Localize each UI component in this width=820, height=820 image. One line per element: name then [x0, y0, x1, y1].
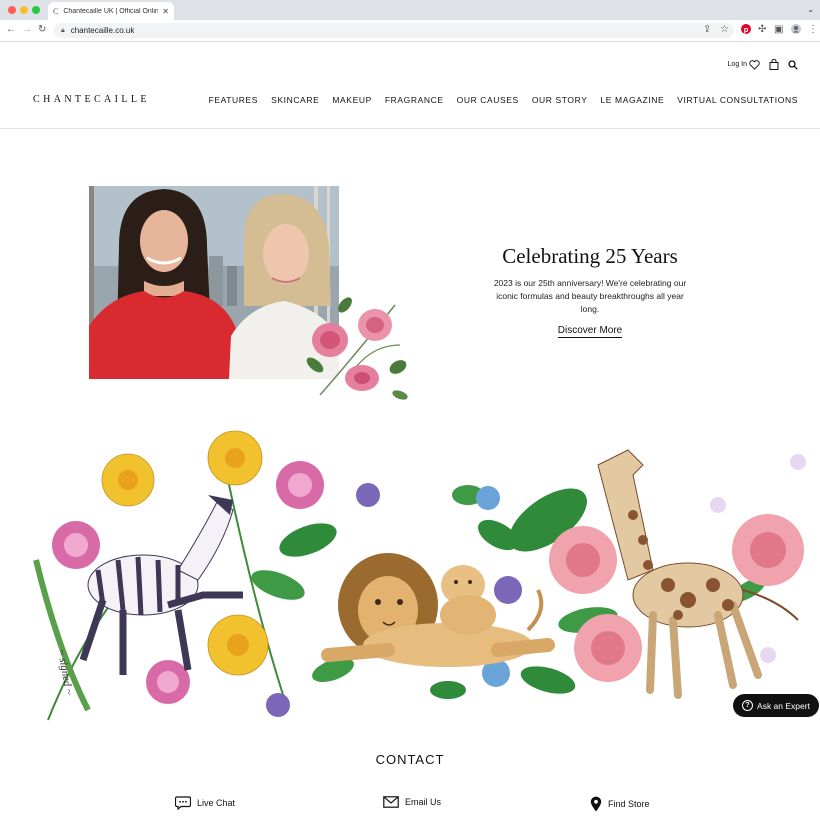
- email-us-link[interactable]: Email Us: [383, 796, 441, 808]
- browser-toolbar: ← → ↻ 🔒︎ chantecaille.co.uk ⇪ ☆ p ✣ ▣ ⋮: [0, 20, 820, 42]
- nav-item-our-story[interactable]: OUR STORY: [532, 95, 588, 105]
- browser-chrome: C Chantecaille UK | Official Onlin ✕ ⌄ ←…: [0, 0, 820, 42]
- maximize-window-button[interactable]: [32, 6, 40, 14]
- login-label: Log In: [727, 61, 747, 68]
- header-divider: [0, 128, 820, 129]
- reload-icon[interactable]: ↻: [38, 24, 46, 35]
- discover-more-link[interactable]: Discover More: [540, 325, 640, 338]
- help-question-icon: ?: [742, 700, 754, 711]
- location-pin-icon: [590, 796, 602, 812]
- anniversary-animals-illustration: ~ signed ~: [33, 430, 806, 721]
- nav-item-le-magazine[interactable]: LE MAGAZINE: [600, 95, 664, 105]
- discover-more-label: Discover More: [557, 325, 623, 338]
- svg-text:p: p: [744, 25, 749, 34]
- ask-an-expert-label: Ask an Expert: [757, 700, 810, 711]
- peony-illustration: [306, 297, 408, 400]
- browser-tab[interactable]: C Chantecaille UK | Official Onlin ✕: [48, 2, 174, 20]
- live-chat-label: Live Chat: [197, 798, 236, 808]
- nav-item-skincare[interactable]: SKINCARE: [271, 95, 319, 105]
- forward-icon[interactable]: →: [22, 24, 32, 35]
- bookmark-star-icon[interactable]: ☆: [720, 24, 729, 35]
- envelope-icon: [383, 796, 399, 808]
- side-panel-icon[interactable]: ▣: [774, 24, 783, 35]
- close-window-button[interactable]: [8, 6, 16, 14]
- pinterest-extension-icon[interactable]: p: [741, 24, 751, 37]
- nav-item-makeup[interactable]: MAKEUP: [332, 95, 372, 105]
- nav-item-our-causes[interactable]: OUR CAUSES: [457, 95, 519, 105]
- main-navigation: FEATURES SKINCARE MAKEUP FRAGRANCE OUR C…: [209, 95, 798, 105]
- wishlist-heart-icon[interactable]: [749, 59, 760, 70]
- chat-bubble-icon: [175, 796, 191, 810]
- favicon-icon: C: [53, 6, 59, 16]
- profile-avatar-icon[interactable]: [791, 24, 801, 37]
- nav-item-virtual-consultations[interactable]: VIRTUAL CONSULTATIONS: [677, 95, 798, 105]
- back-icon[interactable]: ←: [6, 24, 16, 35]
- ask-an-expert-button[interactable]: ? Ask an Expert: [733, 694, 819, 717]
- find-store-link[interactable]: Find Store: [590, 796, 650, 812]
- address-bar[interactable]: 🔒︎ chantecaille.co.uk: [54, 23, 734, 38]
- utility-bar: Log In: [728, 59, 798, 70]
- minimize-window-button[interactable]: [20, 6, 28, 14]
- close-tab-icon[interactable]: ✕: [162, 7, 169, 16]
- svg-text:~ signed ~: ~ signed ~: [55, 648, 75, 696]
- hero-title: Celebrating 25 Years: [502, 244, 678, 268]
- tab-bar: C Chantecaille UK | Official Onlin ✕ ⌄: [0, 0, 820, 20]
- tab-search-chevron-icon[interactable]: ⌄: [807, 5, 814, 14]
- brand-logo[interactable]: CHANTECAILLE: [33, 94, 150, 105]
- email-us-label: Email Us: [405, 797, 442, 807]
- hero-description: 2023 is our 25th anniversary! We're cele…: [493, 278, 687, 314]
- extensions-puzzle-icon[interactable]: ✣: [758, 24, 766, 35]
- contact-heading: CONTACT: [375, 752, 445, 767]
- shopping-bag-icon[interactable]: [769, 59, 779, 70]
- nav-item-fragrance[interactable]: FRAGRANCE: [385, 95, 444, 105]
- search-icon[interactable]: [788, 59, 798, 70]
- live-chat-link[interactable]: Live Chat: [175, 796, 235, 810]
- nav-item-features[interactable]: FEATURES: [209, 95, 259, 105]
- lock-icon: 🔒︎: [61, 26, 65, 34]
- url-text: chantecaille.co.uk: [70, 26, 135, 35]
- browser-menu-icon[interactable]: ⋮: [808, 24, 818, 35]
- find-store-label: Find Store: [608, 799, 650, 809]
- login-link[interactable]: Log In: [727, 59, 760, 70]
- share-icon[interactable]: ⇪: [703, 24, 711, 35]
- tab-title: Chantecaille UK | Official Onlin: [63, 7, 159, 15]
